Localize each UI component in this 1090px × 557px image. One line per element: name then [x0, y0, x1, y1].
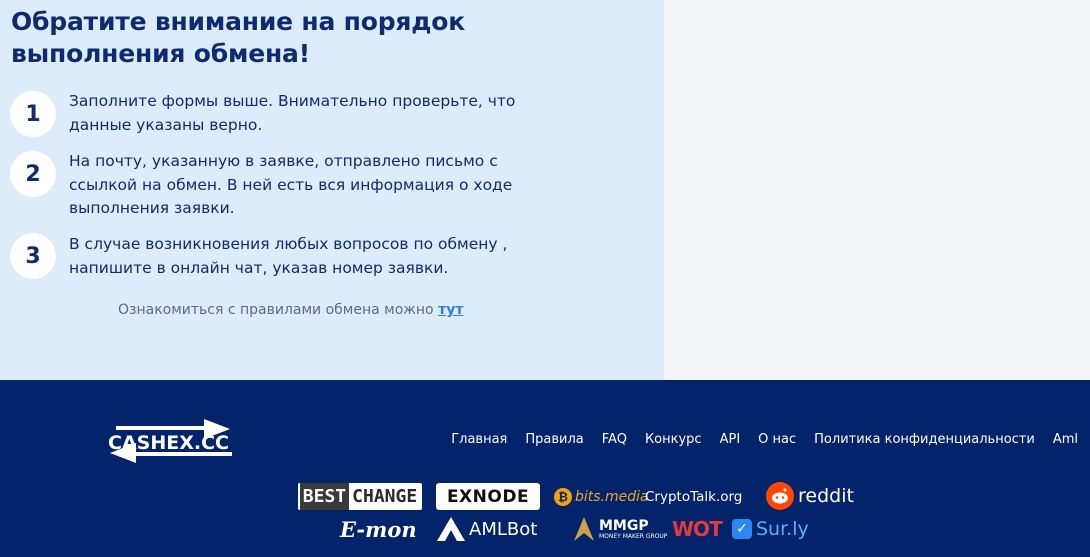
step-number: 1 — [10, 91, 56, 137]
rules-text: Ознакомиться с правилами обмена можно — [118, 302, 434, 318]
mmgp-logo[interactable]: MMGP MONEY MAKER GROUP — [572, 513, 667, 545]
bestchange-part-a: BEST — [299, 483, 350, 510]
amlbot-logo[interactable]: AMLBot — [436, 514, 537, 544]
right-blank-panel — [664, 0, 1090, 380]
step-number: 2 — [10, 151, 56, 197]
partner-logos: BEST CHANGE EXNODE ₿ bits.media CryptoTa… — [0, 380, 1090, 557]
rules-line: Ознакомиться с правилами обмена можно ту… — [118, 302, 463, 318]
mmgp-text: MMGP — [599, 518, 649, 534]
mmgp-subtext: MONEY MAKER GROUP — [599, 533, 668, 540]
reddit-icon — [766, 482, 794, 510]
step-text: В случае возникновения любых вопросов по… — [69, 235, 508, 277]
rules-link[interactable]: тут — [438, 302, 463, 318]
page-title: Обратите внимание на порядок выполнения … — [11, 7, 465, 68]
cryptotalk-logo[interactable]: CryptoTalk.org — [645, 483, 742, 510]
amlbot-icon — [437, 517, 465, 541]
bestchange-part-b: CHANGE — [352, 486, 418, 507]
bitsmedia-logo[interactable]: ₿ bits.media — [554, 483, 649, 510]
surly-text: Sur.ly — [756, 518, 809, 540]
exnode-logo[interactable]: EXNODE — [436, 483, 540, 510]
wot-logo[interactable]: WOT — [672, 515, 723, 543]
exchange-info-panel: Обратите внимание на порядок выполнения … — [0, 0, 664, 380]
step-text: На почту, указанную в заявке, отправлено… — [69, 152, 513, 217]
footer: CASHEX.CC Главная Правила FAQ Конкурс AP… — [0, 380, 1090, 557]
checkmark-icon: ✓ — [732, 519, 752, 539]
reddit-logo[interactable]: reddit — [766, 481, 854, 511]
bitsmedia-text: bits.media — [575, 488, 649, 505]
reddit-text: reddit — [798, 485, 854, 507]
mmgp-text-group: MMGP MONEY MAKER GROUP — [599, 518, 667, 540]
bestchange-logo[interactable]: BEST CHANGE — [298, 483, 422, 510]
step-number: 3 — [10, 233, 56, 279]
emon-logo[interactable]: E-mon — [340, 514, 417, 544]
step-text: Заполните формы выше. Внимательно провер… — [69, 92, 516, 134]
mmgp-icon — [574, 517, 594, 541]
bitcoin-icon: ₿ — [554, 487, 572, 506]
amlbot-text: AMLBot — [469, 518, 538, 540]
surly-logo[interactable]: ✓ Sur.ly — [732, 515, 809, 543]
